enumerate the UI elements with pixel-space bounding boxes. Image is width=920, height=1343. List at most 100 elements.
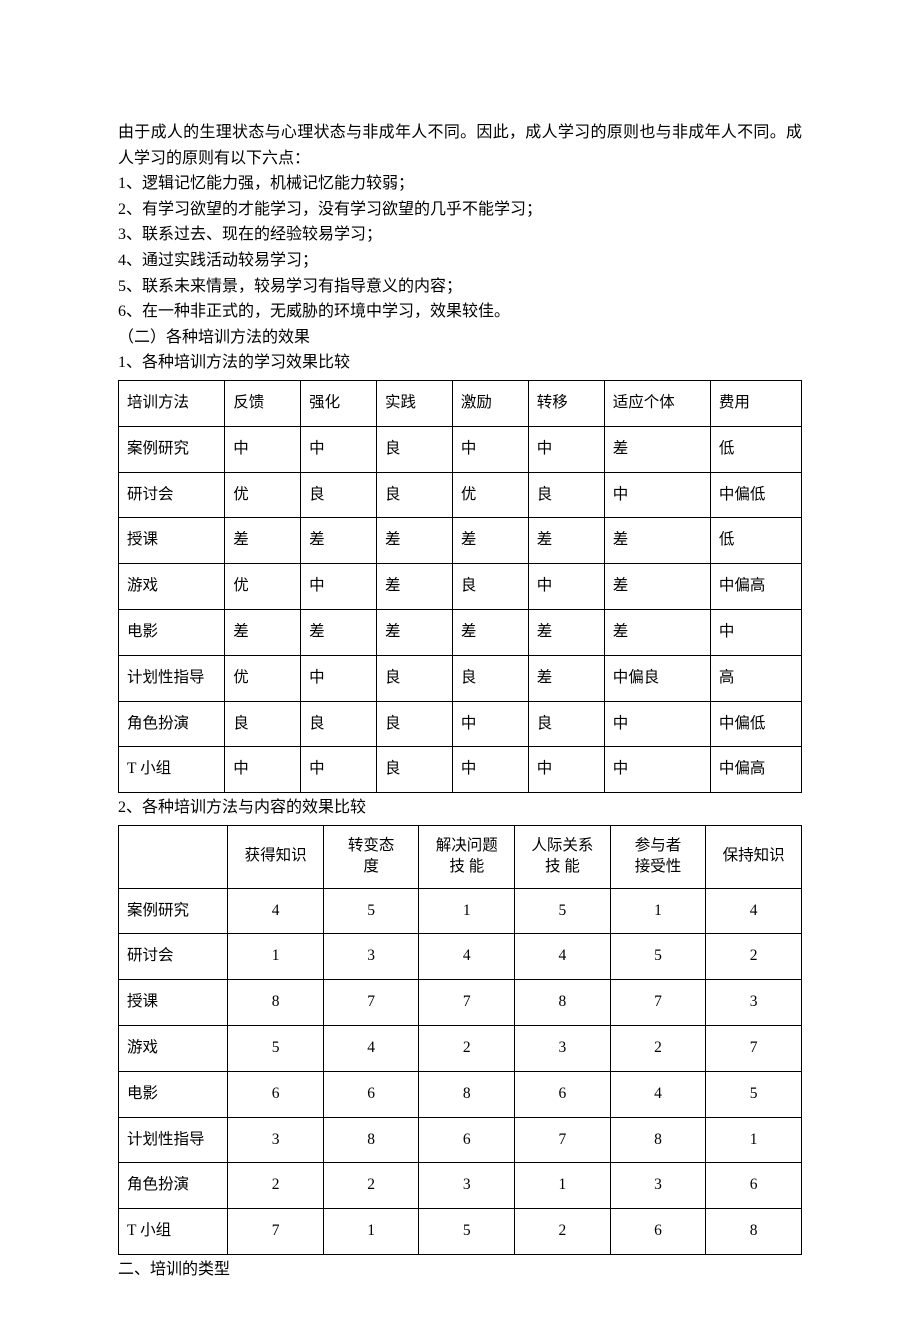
table-row: 研讨会134452	[119, 934, 802, 980]
cell: 优	[225, 564, 301, 610]
cell: 中	[225, 426, 301, 472]
cell: 8	[419, 1071, 515, 1117]
cell: 2	[419, 1025, 515, 1071]
col-header: 反馈	[225, 380, 301, 426]
cell: 低	[710, 518, 801, 564]
col-header: 激励	[452, 380, 528, 426]
cell: 2	[706, 934, 802, 980]
table-row: 游戏优中差良中差中偏高	[119, 564, 802, 610]
cell: 差	[528, 518, 604, 564]
col-header: 获得知识	[228, 825, 324, 888]
col-header: 实践	[377, 380, 453, 426]
cell: 良	[377, 655, 453, 701]
table-row: 获得知识 转变态度 解决问题技 能 人际关系技 能 参与者接受性 保持知识	[119, 825, 802, 888]
cell: 差	[528, 655, 604, 701]
cell: 中偏低	[710, 701, 801, 747]
cell: 1	[323, 1209, 419, 1255]
cell: 案例研究	[119, 888, 228, 934]
cell: 5	[419, 1209, 515, 1255]
cell: 5	[515, 888, 611, 934]
cell: 1	[706, 1117, 802, 1163]
cell: T 小组	[119, 747, 225, 793]
cell: 7	[610, 980, 706, 1026]
cell: 3	[610, 1163, 706, 1209]
table-row: 电影差差差差差差中	[119, 609, 802, 655]
cell: 中	[301, 564, 377, 610]
table-row: 授课差差差差差差低	[119, 518, 802, 564]
cell: 优	[452, 472, 528, 518]
cell: 8	[610, 1117, 706, 1163]
cell: 良	[528, 472, 604, 518]
table1-caption: 1、各种培训方法的学习效果比较	[118, 350, 802, 376]
cell: 高	[710, 655, 801, 701]
principle-item-1: 1、逻辑记忆能力强，机械记忆能力较弱；	[118, 171, 802, 197]
cell: 1	[515, 1163, 611, 1209]
section-heading-effects: （二）各种培训方法的效果	[118, 325, 802, 351]
table-row: 案例研究451514	[119, 888, 802, 934]
cell: 计划性指导	[119, 1117, 228, 1163]
cell: 5	[610, 934, 706, 980]
cell: 差	[604, 518, 710, 564]
col-header: 转变态度	[323, 825, 419, 888]
cell: 中	[301, 655, 377, 701]
cell: 4	[515, 934, 611, 980]
cell: 2	[610, 1025, 706, 1071]
cell: 6	[323, 1071, 419, 1117]
cell: 中	[528, 564, 604, 610]
table-row: 授课877873	[119, 980, 802, 1026]
cell: 8	[515, 980, 611, 1026]
cell: 差	[528, 609, 604, 655]
table-row: 研讨会优良良优良中中偏低	[119, 472, 802, 518]
cell: 3	[515, 1025, 611, 1071]
cell: 3	[228, 1117, 324, 1163]
table-row: 案例研究中中良中中差低	[119, 426, 802, 472]
cell: 优	[225, 655, 301, 701]
col-header: 培训方法	[119, 380, 225, 426]
cell: 游戏	[119, 1025, 228, 1071]
cell: 1	[228, 934, 324, 980]
cell: 中偏高	[710, 747, 801, 793]
table2-caption: 2、各种培训方法与内容的效果比较	[118, 795, 802, 821]
col-header: 解决问题技 能	[419, 825, 515, 888]
cell: 中	[301, 747, 377, 793]
cell: 角色扮演	[119, 1163, 228, 1209]
cell: 3	[706, 980, 802, 1026]
cell: 2	[228, 1163, 324, 1209]
col-header	[119, 825, 228, 888]
principle-item-2: 2、有学习欲望的才能学习，没有学习欲望的几乎不能学习；	[118, 197, 802, 223]
cell: 中偏高	[710, 564, 801, 610]
col-header: 人际关系技 能	[515, 825, 611, 888]
cell: 良	[301, 701, 377, 747]
cell: 中	[301, 426, 377, 472]
principle-item-4: 4、通过实践活动较易学习；	[118, 248, 802, 274]
document-page: 由于成人的生理状态与心理状态与非成年人不同。因此，成人学习的原则也与非成年人不同…	[0, 0, 920, 1343]
cell: 中	[604, 472, 710, 518]
cell: 中偏低	[710, 472, 801, 518]
cell: 中偏良	[604, 655, 710, 701]
cell: 良	[377, 701, 453, 747]
cell: 差	[604, 564, 710, 610]
cell: 6	[610, 1209, 706, 1255]
col-header: 适应个体	[604, 380, 710, 426]
cell: 良	[528, 701, 604, 747]
table-row: 角色扮演良良良中良中中偏低	[119, 701, 802, 747]
cell: 7	[515, 1117, 611, 1163]
principle-item-6: 6、在一种非正式的，无威胁的环境中学习，效果较佳。	[118, 299, 802, 325]
cell: 低	[710, 426, 801, 472]
cell: 1	[419, 888, 515, 934]
cell: 3	[323, 934, 419, 980]
cell: 中	[452, 426, 528, 472]
principle-item-3: 3、联系过去、现在的经验较易学习；	[118, 222, 802, 248]
cell: 8	[706, 1209, 802, 1255]
cell: 研讨会	[119, 472, 225, 518]
cell: 7	[323, 980, 419, 1026]
cell: 3	[419, 1163, 515, 1209]
cell: 7	[706, 1025, 802, 1071]
cell: 7	[228, 1209, 324, 1255]
cell: 6	[515, 1071, 611, 1117]
training-methods-effect-table: 培训方法 反馈 强化 实践 激励 转移 适应个体 费用 案例研究中中良中中差低 …	[118, 380, 802, 793]
cell: 差	[604, 609, 710, 655]
cell: 差	[604, 426, 710, 472]
cell: 良	[225, 701, 301, 747]
cell: 差	[377, 609, 453, 655]
